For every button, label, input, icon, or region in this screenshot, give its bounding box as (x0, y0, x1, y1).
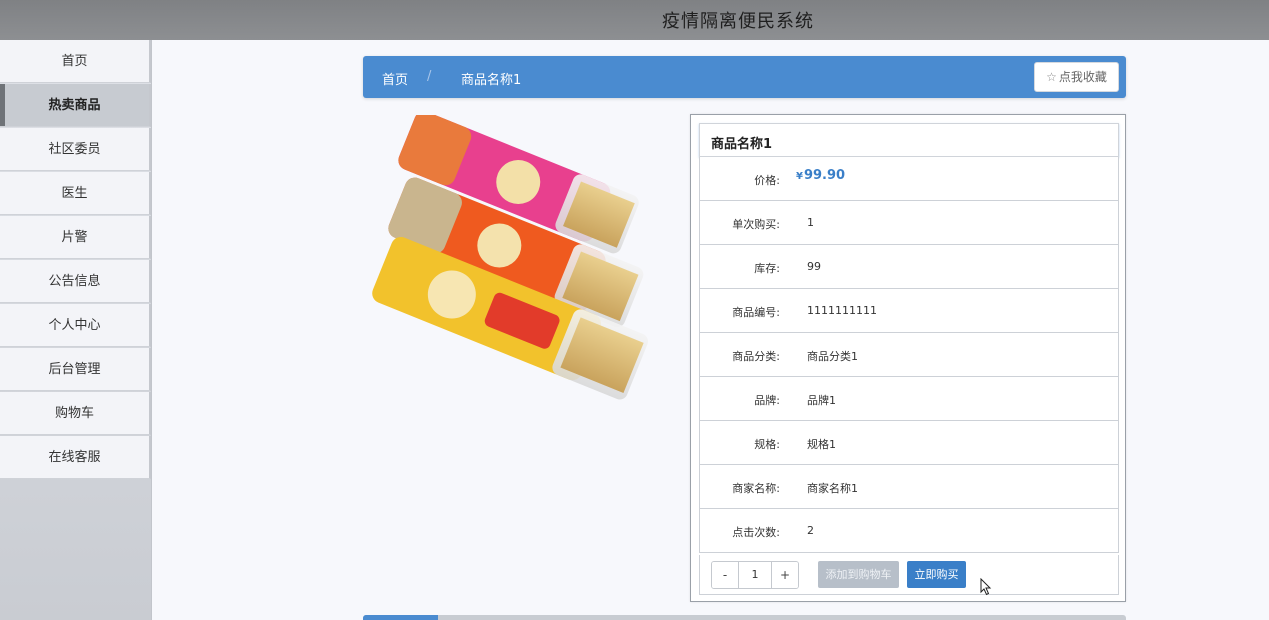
detail-row-click-count: 点击次数: 2 (699, 509, 1119, 553)
sidebar-item-customer-service[interactable]: 在线客服 (0, 436, 151, 479)
star-icon: ☆ (1046, 70, 1057, 84)
sidebar-item-personal-center[interactable]: 个人中心 (0, 304, 151, 347)
app-title: 疫情隔离便民系统 (662, 11, 814, 32)
detail-row-merchant: 商家名称: 商家名称1 (699, 465, 1119, 509)
price-amount: 99.90 (803, 168, 846, 183)
detail-value: 商家名称1 (807, 482, 858, 495)
top-header: 疫情隔离便民系统 (0, 0, 1269, 40)
product-name-heading: 商品名称1 (699, 123, 1119, 157)
breadcrumb-current: 商品名称1 (461, 73, 522, 88)
sidebar-item-community-committee[interactable]: 社区委员 (0, 128, 151, 171)
breadcrumb-separator: / (427, 69, 432, 84)
currency-symbol: ¥ (796, 171, 803, 182)
quantity-stepper: - 1 + (711, 561, 799, 589)
detail-label: 点击次数: (732, 526, 780, 539)
detail-row-category: 商品分类: 商品分类1 (699, 333, 1119, 377)
detail-label: 商品分类: (732, 350, 780, 363)
detail-row-spec: 规格: 规格1 (699, 421, 1119, 465)
mouse-cursor-icon (980, 578, 992, 596)
detail-label: 品牌: (754, 394, 780, 407)
decrement-button[interactable]: - (712, 562, 738, 588)
detail-label: 规格: (754, 438, 780, 451)
sidebar-item-cart[interactable]: 购物车 (0, 392, 151, 435)
detail-label: 库存: (754, 262, 780, 275)
sidebar-item-hot-products[interactable]: 热卖商品 (0, 84, 151, 127)
breadcrumb: 首页 / 商品名称1 ☆ 点我收藏 (363, 56, 1126, 98)
sidebar-item-doctor[interactable]: 医生 (0, 172, 151, 215)
purchase-actions: - 1 + 添加到购物车 立即购买 (699, 555, 1119, 595)
detail-value: 2 (807, 524, 814, 537)
lower-tab-bar (363, 615, 1126, 620)
detail-value: 规格1 (807, 438, 836, 451)
detail-row-stock: 库存: 99 (699, 245, 1119, 289)
sidebar-item-home[interactable]: 首页 (0, 40, 151, 83)
sidebar-nav: 首页 热卖商品 社区委员 医生 片警 公告信息 个人中心 后台管理 购物车 在线… (0, 40, 152, 620)
price-row: 价格: ¥99.90 (699, 157, 1119, 201)
sidebar-item-police[interactable]: 片警 (0, 216, 151, 259)
sidebar-item-announcements[interactable]: 公告信息 (0, 260, 151, 303)
product-detail-panel: 商品名称1 价格: ¥99.90 单次购买: 1 库存: 99 商品编号: 11… (690, 114, 1126, 602)
detail-value: 99 (807, 260, 821, 273)
increment-button[interactable]: + (772, 562, 798, 588)
quantity-input[interactable]: 1 (738, 562, 772, 588)
favorite-button[interactable]: ☆ 点我收藏 (1034, 62, 1119, 92)
detail-value: 1 (807, 216, 814, 229)
sidebar-item-admin[interactable]: 后台管理 (0, 348, 151, 391)
add-to-cart-button[interactable]: 添加到购物车 (818, 561, 899, 588)
detail-row-product-code: 商品编号: 1111111111 (699, 289, 1119, 333)
detail-row-brand: 品牌: 品牌1 (699, 377, 1119, 421)
price-label: 价格: (754, 174, 780, 187)
detail-value: 商品分类1 (807, 350, 858, 363)
favorite-button-label: 点我收藏 (1058, 70, 1107, 84)
price-value: ¥99.90 (796, 168, 845, 183)
detail-value: 品牌1 (807, 394, 836, 407)
detail-label: 商品编号: (732, 306, 780, 319)
detail-label: 商家名称: (732, 482, 780, 495)
detail-label: 单次购买: (732, 218, 780, 231)
detail-row-single-purchase: 单次购买: 1 (699, 201, 1119, 245)
buy-now-button[interactable]: 立即购买 (907, 561, 966, 588)
product-image (363, 115, 675, 405)
breadcrumb-home-link[interactable]: 首页 (382, 69, 408, 88)
detail-value: 1111111111 (807, 304, 877, 317)
